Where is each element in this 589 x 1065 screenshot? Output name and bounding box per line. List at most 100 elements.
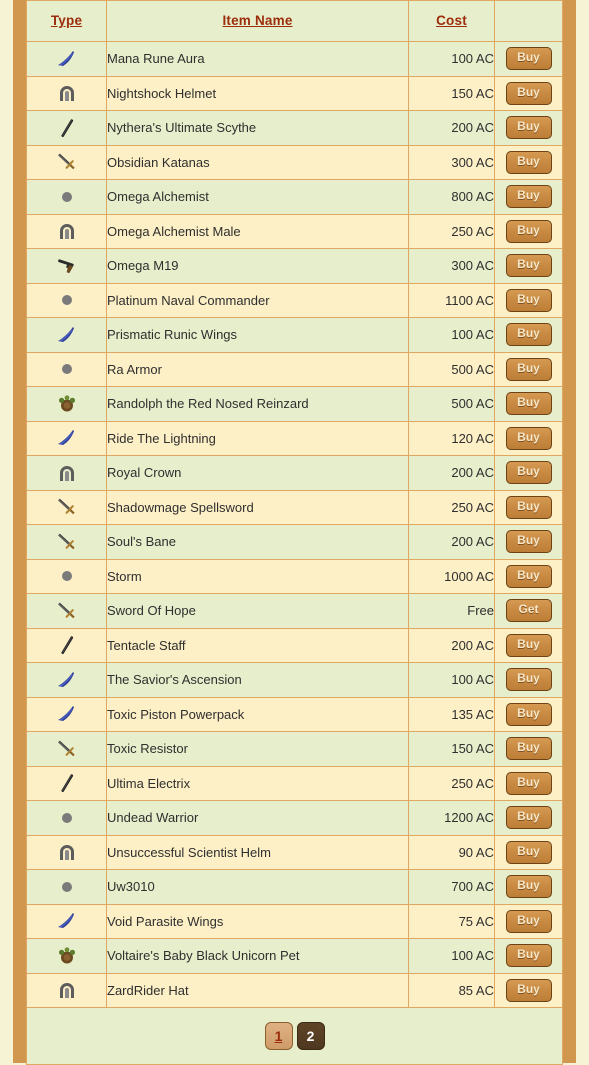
item-cost-cell: 150 AC [408,731,495,767]
buy-button[interactable]: Buy [505,530,552,554]
table-row: Shadowmage Spellsword 250 AC Buy [26,489,563,525]
table-row: Uw3010 700 AC Buy [26,869,563,905]
buy-button[interactable]: Buy [505,254,552,278]
buy-button[interactable]: Buy [505,116,552,140]
item-name-cell: Sword Of Hope [106,593,409,629]
column-header-action [494,0,563,42]
item-name-cell: Tentacle Staff [106,627,409,663]
item-action-cell: Buy [494,903,563,939]
table-row: Toxic Piston Powerpack 135 AC Buy [26,696,563,732]
wings-icon [54,425,80,451]
buy-button[interactable]: Buy [505,771,552,795]
table-row: ZardRider Hat 85 AC Buy [26,972,563,1008]
table-row: Storm 1000 AC Buy [26,558,563,594]
item-action-cell: Buy [494,731,563,767]
sword-icon [54,149,80,175]
buy-button[interactable]: Buy [505,47,552,71]
item-name-cell: Obsidian Katanas [106,144,409,180]
buy-button[interactable]: Buy [505,909,552,933]
item-cost-cell: 100 AC [408,41,495,77]
buy-button[interactable]: Buy [505,81,552,105]
item-name-cell: Platinum Naval Commander [106,282,409,318]
buy-button[interactable]: Buy [505,875,552,899]
item-name-cell: Soul's Bane [106,524,409,560]
item-name-cell: Toxic Resistor [106,731,409,767]
column-header-type[interactable]: Type [26,0,107,42]
item-name-cell: Toxic Piston Powerpack [106,696,409,732]
item-type-cell [26,420,107,456]
buy-button[interactable]: Buy [505,944,552,968]
item-action-cell: Buy [494,41,563,77]
item-name-cell: Ultima Electrix [106,765,409,801]
item-name-cell: Uw3010 [106,869,409,905]
sort-link-item-name[interactable]: Item Name [222,13,292,28]
table-row: Nightshock Helmet 150 AC Buy [26,75,563,111]
shop-frame: Type Item Name Cost Mana Rune Aura 100 AC… [13,0,576,1065]
item-name-cell: Ra Armor [106,351,409,387]
buy-button[interactable]: Buy [505,737,552,761]
item-cost-cell: 200 AC [408,110,495,146]
table-row: Toxic Resistor 150 AC Buy [26,731,563,767]
item-cost-cell: 85 AC [408,972,495,1008]
column-header-item-name[interactable]: Item Name [106,0,409,42]
item-name-cell: Void Parasite Wings [106,903,409,939]
buy-button[interactable]: Buy [505,288,552,312]
item-type-cell [26,489,107,525]
table-row: The Savior's Ascension 100 AC Buy [26,662,563,698]
buy-button[interactable]: Buy [505,668,552,692]
item-action-cell: Buy [494,524,563,560]
item-name-cell: Nythera's Ultimate Scythe [106,110,409,146]
table-row: Void Parasite Wings 75 AC Buy [26,903,563,939]
item-name-cell: Omega M19 [106,248,409,284]
buy-button[interactable]: Buy [505,840,552,864]
buy-button[interactable]: Buy [505,806,552,830]
sword-icon [54,736,80,762]
item-type-cell [26,213,107,249]
sort-link-cost[interactable]: Cost [436,13,467,28]
item-action-cell: Buy [494,662,563,698]
buy-button[interactable]: Buy [505,461,552,485]
armor-icon [54,184,80,210]
get-button[interactable]: Get [505,599,552,623]
buy-button[interactable]: Buy [505,185,552,209]
buy-button[interactable]: Buy [505,392,552,416]
buy-button[interactable]: Buy [505,219,552,243]
buy-button[interactable]: Buy [505,633,552,657]
buy-button[interactable]: Buy [505,426,552,450]
buy-button[interactable]: Buy [505,323,552,347]
table-header: Type Item Name Cost [26,0,563,42]
armor-icon [54,805,80,831]
item-name-cell: Nightshock Helmet [106,75,409,111]
item-type-cell [26,75,107,111]
pagination-current-page[interactable]: 2 [296,1022,325,1050]
item-type-cell [26,903,107,939]
item-action-cell: Buy [494,800,563,836]
column-header-cost[interactable]: Cost [408,0,495,42]
pagination-page-link[interactable]: 1 [264,1022,293,1050]
buy-button[interactable]: Buy [505,978,552,1002]
wings-icon [54,908,80,934]
item-cost-cell: 250 AC [408,213,495,249]
item-cost-cell: 500 AC [408,386,495,422]
item-name-cell: Prismatic Runic Wings [106,317,409,353]
item-type-cell [26,110,107,146]
buy-button[interactable]: Buy [505,150,552,174]
item-cost-cell: 135 AC [408,696,495,732]
item-type-cell [26,593,107,629]
item-cost-cell: 90 AC [408,834,495,870]
buy-button[interactable]: Buy [505,564,552,588]
buy-button[interactable]: Buy [505,357,552,381]
item-cost-cell: 200 AC [408,455,495,491]
table-row: Prismatic Runic Wings 100 AC Buy [26,317,563,353]
item-type-cell [26,386,107,422]
item-cost-cell: 1200 AC [408,800,495,836]
item-type-cell [26,938,107,974]
staff-icon [54,770,80,796]
buy-button[interactable]: Buy [505,495,552,519]
header-row: Type Item Name Cost [26,0,563,42]
sort-link-type[interactable]: Type [51,13,82,28]
item-action-cell: Buy [494,627,563,663]
item-type-cell [26,317,107,353]
buy-button[interactable]: Buy [505,702,552,726]
item-name-cell: ZardRider Hat [106,972,409,1008]
